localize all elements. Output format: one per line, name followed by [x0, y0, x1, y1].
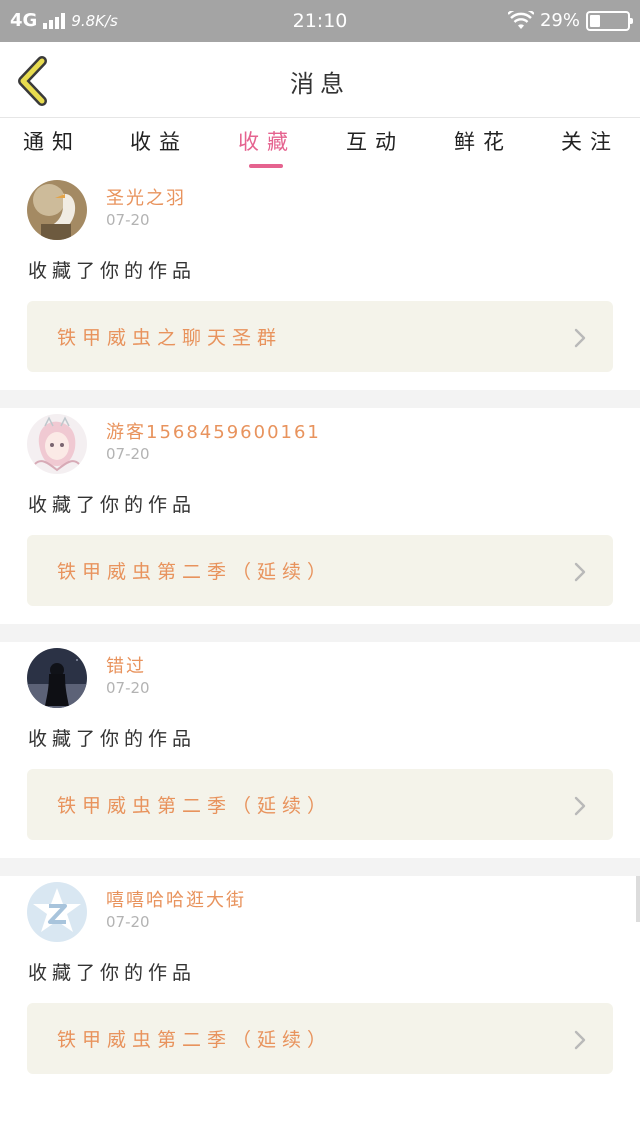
action-text: 收藏了你的作品	[28, 260, 197, 282]
status-bar: 4G 9.8K/s 21:10 29%	[0, 0, 640, 42]
scrollbar[interactable]	[636, 876, 640, 922]
card-separator	[0, 624, 640, 642]
chevron-right-icon	[574, 562, 586, 582]
tab-interactions[interactable]: 互动	[335, 126, 415, 156]
chevron-right-icon	[574, 1030, 586, 1050]
avatar[interactable]	[27, 180, 87, 240]
message-card: 嘻嘻哈哈逛大街 07-20 收藏了你的作品 铁甲威虫第二季（延续）	[0, 876, 640, 1092]
message-date: 07-20	[106, 445, 150, 463]
chevron-right-icon	[574, 796, 586, 816]
avatar[interactable]	[27, 414, 87, 474]
username[interactable]: 嘻嘻哈哈逛大街	[106, 886, 246, 912]
tab-notifications[interactable]: 通知	[12, 126, 92, 156]
avatar[interactable]	[27, 648, 87, 708]
work-title: 铁甲威虫第二季（延续）	[57, 795, 333, 817]
active-tab-indicator	[249, 164, 283, 168]
work-title: 铁甲威虫之聊天圣群	[57, 327, 283, 349]
action-text: 收藏了你的作品	[28, 962, 197, 984]
username[interactable]: 错过	[106, 652, 146, 678]
tab-flowers[interactable]: 鲜花	[443, 126, 523, 156]
nav-bar: 消息	[0, 42, 640, 118]
page-title: 消息	[290, 70, 350, 98]
message-card: 圣光之羽 07-20 收藏了你的作品 铁甲威虫之聊天圣群	[0, 174, 640, 390]
username[interactable]: 圣光之羽	[106, 184, 186, 210]
tab-follows[interactable]: 关注	[550, 126, 630, 156]
work-link[interactable]: 铁甲威虫第二季（延续）	[27, 1003, 613, 1074]
tab-favorites[interactable]: 收藏	[227, 126, 307, 156]
work-link[interactable]: 铁甲威虫之聊天圣群	[27, 301, 613, 372]
tab-bar: 通知 收益 收藏 互动 鲜花 关注	[0, 118, 640, 174]
card-separator	[0, 390, 640, 408]
battery-percent: 29%	[539, 10, 580, 31]
battery-icon	[586, 10, 633, 31]
card-separator	[0, 858, 640, 876]
message-card: 游客1568459600161 07-20 收藏了你的作品 铁甲威虫第二季（延续…	[0, 408, 640, 624]
action-text: 收藏了你的作品	[28, 728, 197, 750]
work-title: 铁甲威虫第二季（延续）	[57, 1029, 333, 1051]
work-link[interactable]: 铁甲威虫第二季（延续）	[27, 769, 613, 840]
tab-earnings[interactable]: 收益	[119, 126, 199, 156]
work-link[interactable]: 铁甲威虫第二季（延续）	[27, 535, 613, 606]
anime-girl-avatar	[27, 414, 87, 474]
action-text: 收藏了你的作品	[28, 494, 197, 516]
chevron-right-icon	[574, 328, 586, 348]
message-card: 错过 07-20 收藏了你的作品 铁甲威虫第二季（延续）	[0, 642, 640, 858]
avatar[interactable]	[27, 882, 87, 942]
message-date: 07-20	[106, 913, 150, 931]
username[interactable]: 游客1568459600161	[106, 418, 321, 444]
message-date: 07-20	[106, 679, 150, 697]
battery-fill	[590, 14, 600, 27]
message-date: 07-20	[106, 211, 150, 229]
wifi-icon	[507, 10, 534, 29]
status-right: 29%	[507, 10, 633, 31]
work-title: 铁甲威虫第二季（延续）	[57, 561, 333, 583]
bird-avatar	[27, 180, 87, 240]
message-list: 圣光之羽 07-20 收藏了你的作品 铁甲威虫之聊天圣群 游客156845960…	[0, 174, 640, 1092]
qq-default-avatar	[27, 882, 87, 942]
night-girl-avatar	[27, 648, 87, 708]
